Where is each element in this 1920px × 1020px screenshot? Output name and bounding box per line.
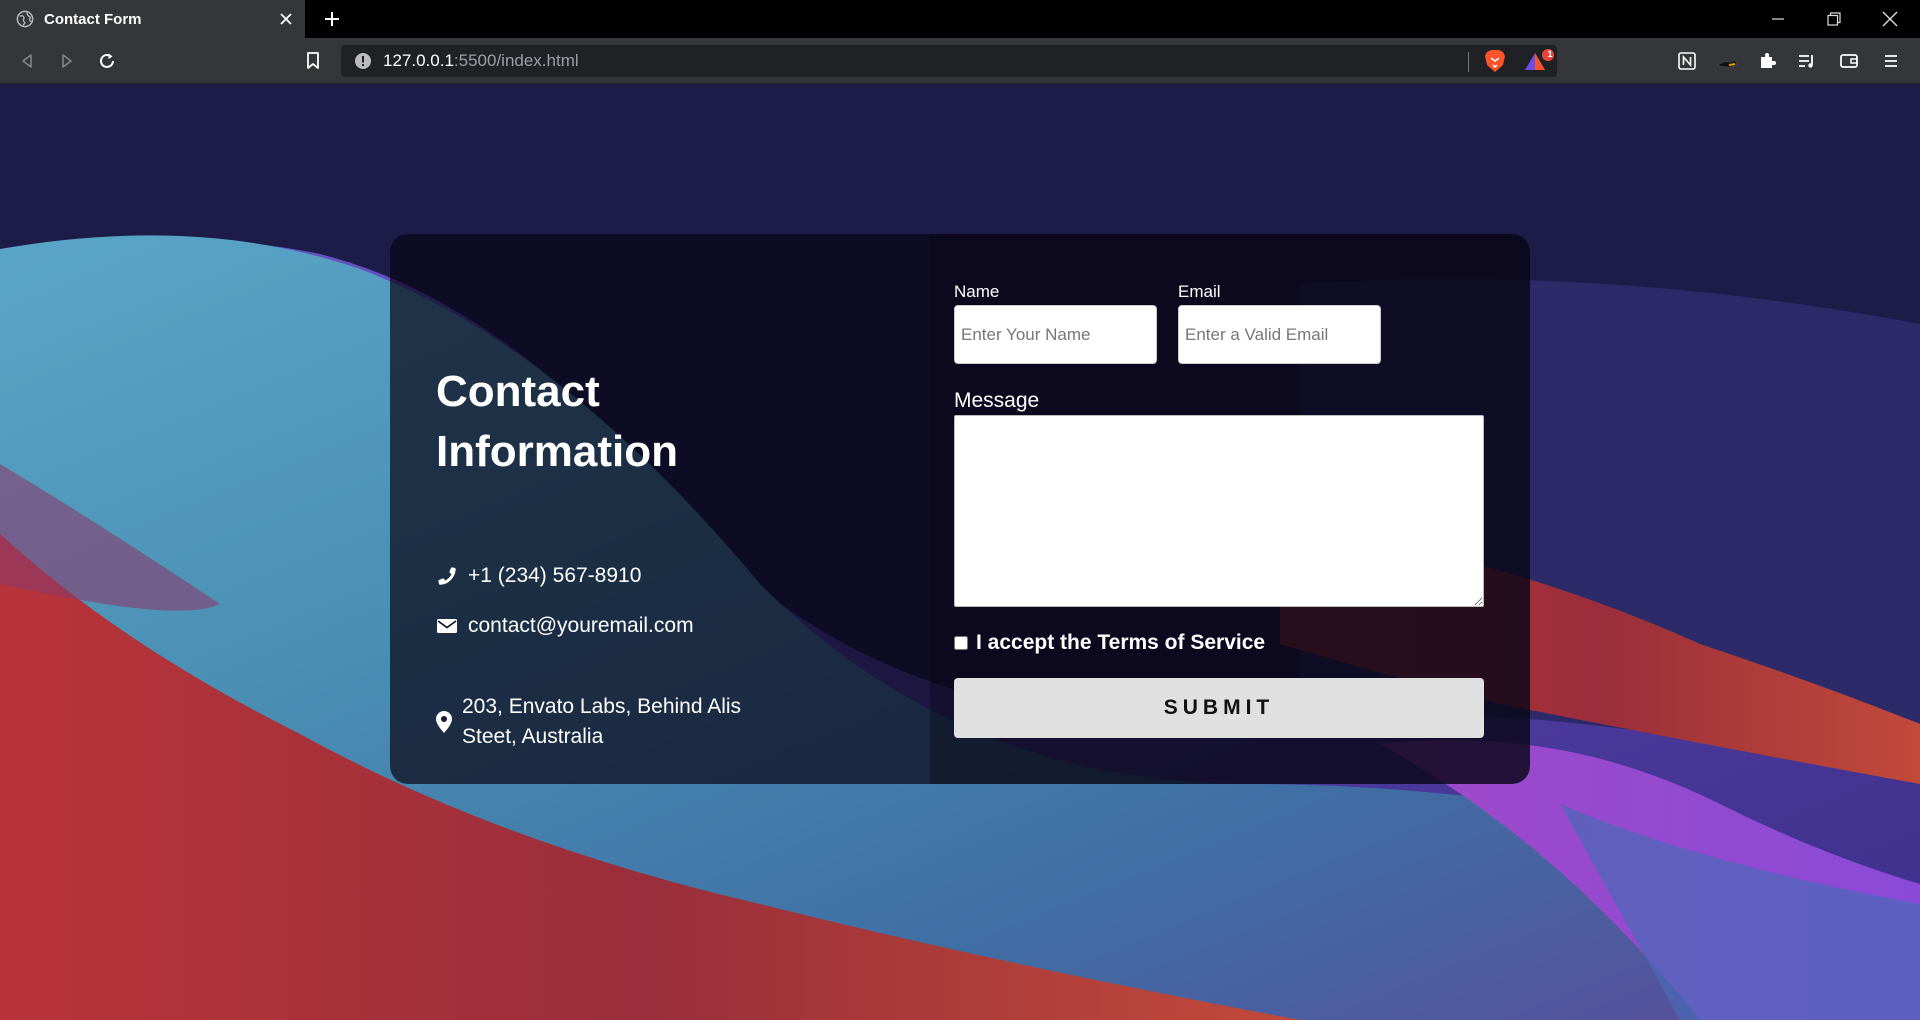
phone-line: +1 (234) 567-8910 [436, 564, 641, 588]
email-line: contact@youremail.com [436, 614, 694, 638]
url-text: 127.0.0.1:5500/index.html [383, 51, 579, 71]
name-label: Name [954, 282, 1000, 301]
envelope-icon [436, 615, 458, 637]
extensions-puzzle-icon[interactable] [1752, 46, 1782, 76]
url-host: 127.0.0.1 [383, 51, 454, 70]
notion-extension-icon[interactable] [1672, 46, 1702, 76]
brave-shields-icon[interactable] [1482, 48, 1508, 74]
address-text: 203, Envato Labs, Behind Alis Steet, Aus… [462, 695, 742, 748]
forward-icon[interactable] [52, 46, 82, 76]
email-address: contact@youremail.com [468, 614, 694, 637]
contact-info-title: Contact Information [436, 367, 678, 476]
email-label: Email [1178, 282, 1221, 301]
terms-row: I accept the Terms of Service [954, 631, 1265, 655]
minimize-icon[interactable] [1750, 0, 1806, 38]
extension-cat-icon[interactable] [1712, 46, 1742, 76]
restore-icon[interactable] [1806, 0, 1862, 38]
email-input[interactable] [1178, 305, 1381, 364]
submit-button[interactable]: SUBMIT [954, 678, 1484, 738]
back-icon[interactable] [12, 46, 42, 76]
site-info-icon[interactable] [353, 51, 373, 71]
reload-icon[interactable] [92, 46, 122, 76]
menu-icon[interactable] [1876, 46, 1906, 76]
address-line: 203, Envato Labs, Behind Alis Steet, Aus… [436, 692, 762, 752]
name-input[interactable] [954, 305, 1157, 364]
wallet-icon[interactable] [1834, 46, 1864, 76]
phone-icon [436, 565, 458, 587]
rewards-badge-count: 1 [1547, 49, 1553, 59]
terms-checkbox[interactable] [954, 636, 968, 650]
close-window-icon[interactable] [1862, 0, 1918, 38]
browser-tab[interactable]: Contact Form [0, 0, 305, 38]
map-pin-icon [436, 711, 454, 733]
message-textarea[interactable] [954, 415, 1484, 607]
media-playlist-icon[interactable] [1792, 46, 1822, 76]
phone-number: +1 (234) 567-8910 [468, 564, 642, 587]
browser-titlebar: Contact Form [0, 0, 1920, 38]
address-bar[interactable]: 127.0.0.1:5500/index.html [341, 45, 1557, 77]
globe-icon [16, 10, 34, 28]
url-path: :5500/index.html [453, 51, 579, 70]
close-tab-icon[interactable] [271, 4, 301, 34]
bookmark-icon[interactable] [298, 46, 328, 76]
tab-title: Contact Form [44, 10, 142, 28]
page-viewport: Contact Information +1 (234) 567-8910 co… [0, 84, 1920, 1020]
new-tab-icon[interactable] [317, 4, 347, 34]
address-bar-divider [1468, 52, 1469, 72]
message-label: Message [954, 389, 1040, 412]
terms-label[interactable]: I accept the Terms of Service [976, 631, 1265, 655]
